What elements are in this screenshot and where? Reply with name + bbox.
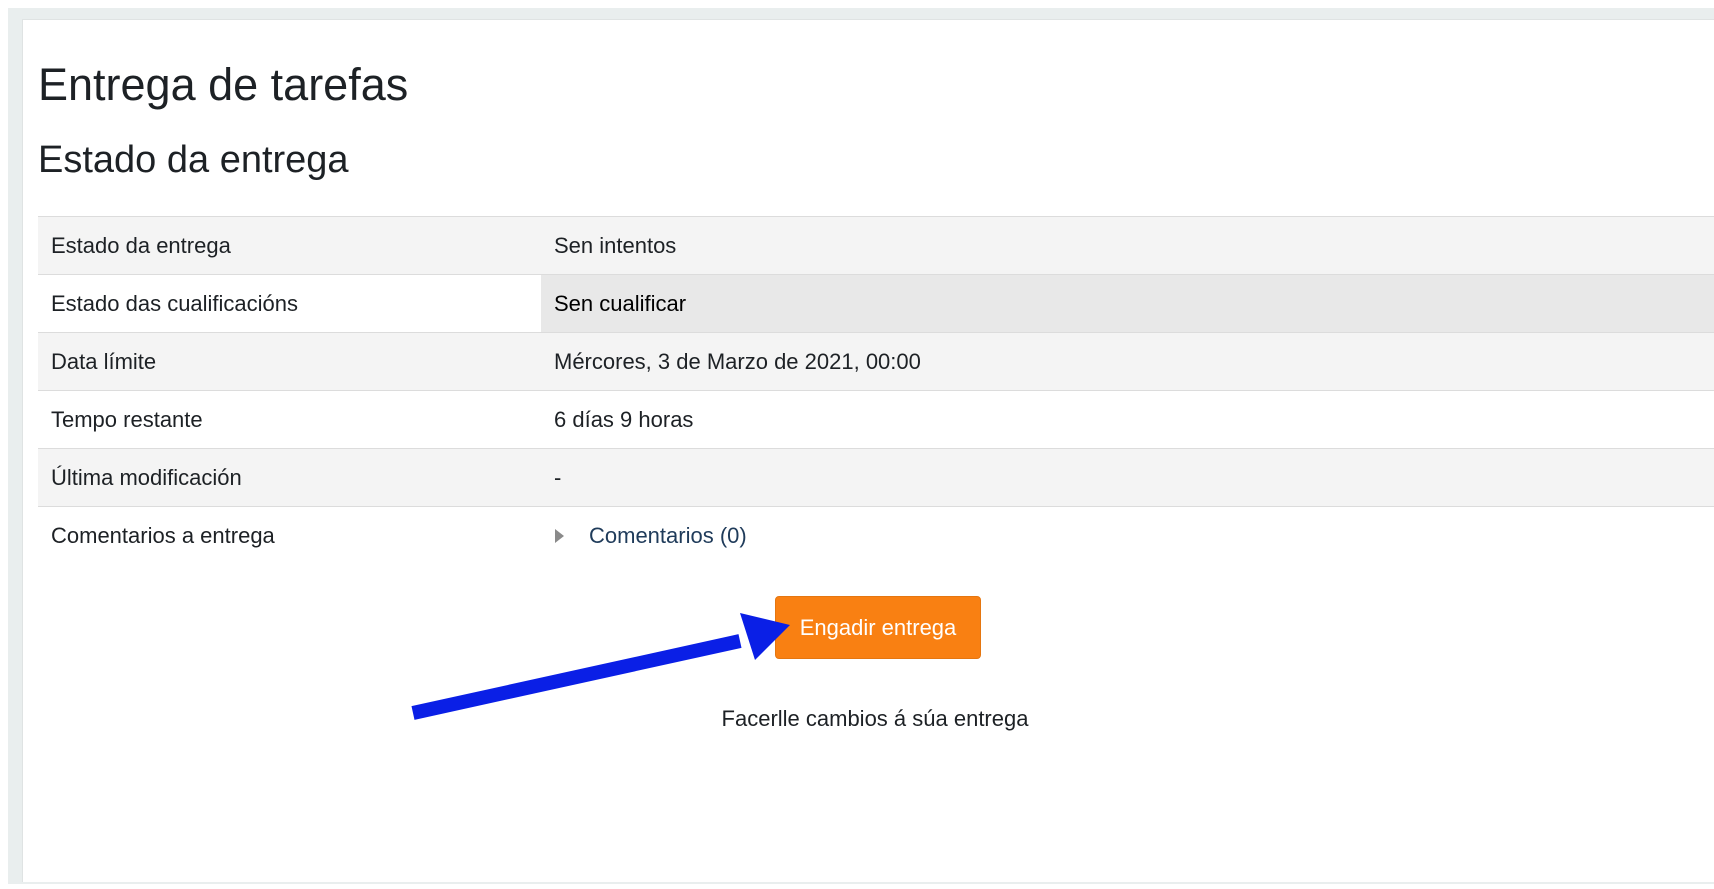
submission-help-text: Facerlle cambios á súa entrega xyxy=(721,706,1029,731)
chevron-right-icon xyxy=(555,528,564,543)
row-label: Estado das cualificacións xyxy=(51,290,299,316)
table-row-last-modified: Última modificación - xyxy=(38,449,1714,507)
row-label: Última modificación xyxy=(51,464,242,490)
section-title: Estado da entrega xyxy=(38,139,349,181)
row-label: Comentarios a entrega xyxy=(51,522,275,548)
table-row-submission-status: Estado da entrega Sen intentos xyxy=(38,217,1714,275)
comments-toggle-link[interactable]: Comentarios (0) xyxy=(554,523,747,549)
row-label: Estado da entrega xyxy=(51,232,231,258)
row-value: - xyxy=(554,464,562,490)
row-label: Data límite xyxy=(51,348,157,374)
comments-link-label: Comentarios (0) xyxy=(589,522,747,548)
row-label: Tempo restante xyxy=(51,406,203,432)
row-value: Sen intentos xyxy=(554,232,677,258)
submission-status-table: Estado da entrega Sen intentos Estado da… xyxy=(38,216,1714,564)
row-value: Mércores, 3 de Marzo de 2021, 00:00 xyxy=(554,348,921,374)
table-row-grading-status: Estado das cualificacións Sen cualificar xyxy=(38,275,1714,333)
table-row-time-remaining: Tempo restante 6 días 9 horas xyxy=(38,391,1714,449)
page-background: Entrega de tarefas Estado da entrega Est… xyxy=(0,0,1714,889)
table-row-submission-comments: Comentarios a entrega Comentarios (0) xyxy=(38,507,1714,564)
row-value: 6 días 9 horas xyxy=(554,406,694,432)
add-submission-button[interactable]: Engadir entrega xyxy=(775,596,981,659)
row-value-cell: Comentarios (0) xyxy=(541,507,1714,564)
table-row-due-date: Data límite Mércores, 3 de Marzo de 2021… xyxy=(38,333,1714,391)
row-value: Sen cualificar xyxy=(541,275,1714,332)
page-title: Entrega de tarefas xyxy=(38,59,409,110)
